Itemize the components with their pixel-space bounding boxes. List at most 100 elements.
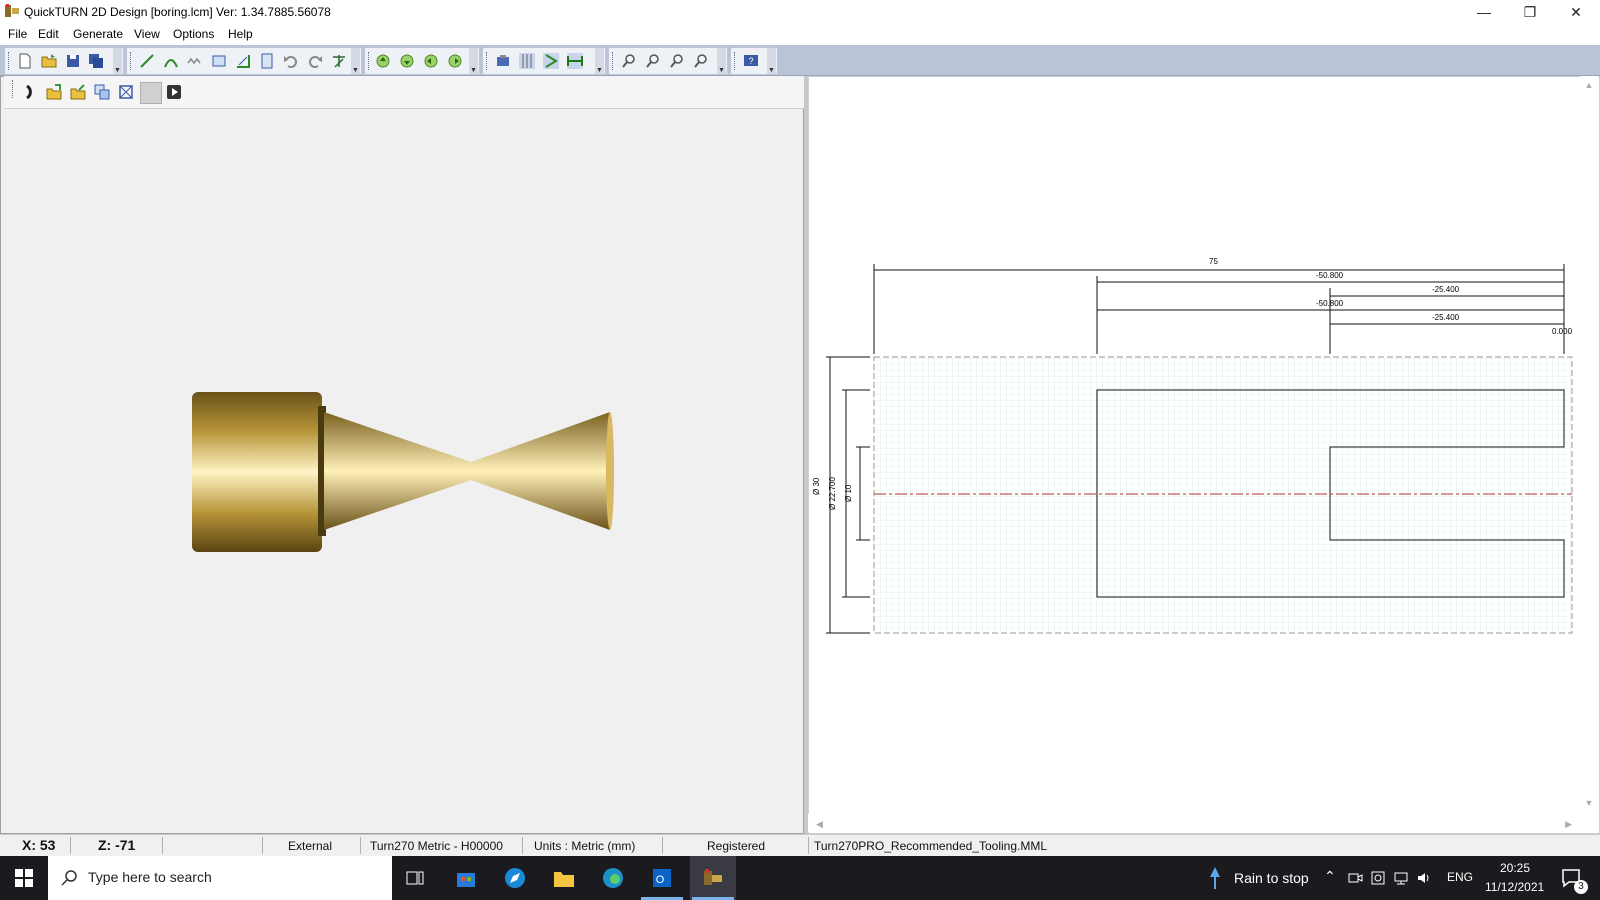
zoom-pan-icon[interactable]: [645, 53, 661, 69]
grid-toggle-icon[interactable]: [519, 53, 535, 69]
title-bar: QuickTURN 2D Design [boring.lcm] Ver: 1.…: [0, 0, 1600, 24]
fillet-tool-icon[interactable]: [235, 53, 251, 69]
status-bar: X: 53 Z: -71 External Turn270 Metric - H…: [0, 834, 1600, 857]
minimize-button[interactable]: —: [1461, 0, 1507, 24]
menu-file[interactable]: File: [8, 27, 27, 41]
move-up-icon[interactable]: [375, 53, 391, 69]
move-down-icon[interactable]: [399, 53, 415, 69]
rotate-view-icon[interactable]: [22, 84, 38, 100]
dim-zero-datum: 0.000: [1552, 327, 1573, 336]
restore-button[interactable]: ❐: [1507, 0, 1553, 24]
save-icon[interactable]: [65, 53, 81, 69]
undo-icon[interactable]: [283, 53, 299, 69]
toolbar-overflow-button[interactable]: ▼: [717, 48, 726, 74]
help-toolbar: ? ▼: [730, 47, 778, 75]
arc-tool-icon[interactable]: [163, 53, 179, 69]
weather-text[interactable]: Rain to stop: [1234, 870, 1309, 886]
clock-time[interactable]: 20:25: [1500, 861, 1530, 875]
clock-date[interactable]: 11/12/2021: [1485, 880, 1544, 894]
status-mode: External: [288, 839, 333, 853]
quickturn-app-icon: [704, 869, 722, 885]
windows-start-icon[interactable]: [15, 869, 33, 887]
menu-generate[interactable]: Generate: [73, 27, 123, 41]
safari-app-icon[interactable]: [504, 867, 526, 889]
file-toolbar: ▼: [4, 47, 124, 75]
outlook-app-icon[interactable]: O: [651, 867, 673, 889]
zoom-out-icon[interactable]: [693, 53, 709, 69]
menu-view[interactable]: View: [134, 27, 160, 41]
dim-diameter-inner: Ø 10: [844, 484, 853, 502]
move-left-icon[interactable]: [423, 53, 439, 69]
toolbar-grip[interactable]: [486, 52, 490, 70]
dim-step-position: -25.400: [1432, 285, 1460, 294]
status-machine: Turn270 Metric - H00000: [370, 839, 503, 853]
toolbar-grip[interactable]: [8, 52, 12, 70]
calculator-icon[interactable]: [259, 53, 275, 69]
open-folder-icon[interactable]: [41, 53, 57, 69]
main-toolbar: ▼ ▼ ▼ ▼ ▼ ? ▼: [0, 45, 1600, 76]
polyline-tool-icon[interactable]: [187, 53, 203, 69]
2d-drawing-canvas[interactable]: ▲ ▼ ◀ ▶: [808, 76, 1600, 834]
import-folder-icon[interactable]: [70, 84, 86, 100]
machine-view-icon[interactable]: [495, 53, 511, 69]
volume-icon[interactable]: [1416, 870, 1432, 886]
svg-text:O: O: [656, 874, 665, 886]
edge-browser-icon[interactable]: [602, 867, 624, 889]
menu-options[interactable]: Options: [173, 27, 214, 41]
status-license: Registered: [707, 839, 766, 853]
quickturn-taskbar-button[interactable]: [690, 856, 736, 900]
dim-overall-length: 75: [1209, 257, 1218, 266]
move-toolbar: ▼: [364, 47, 480, 75]
toolbar-grip[interactable]: [12, 80, 16, 98]
svg-text:▶: ▶: [1565, 819, 1572, 829]
toolbar-grip[interactable]: [734, 52, 738, 70]
draw-toolbar: ▼: [126, 47, 362, 75]
save-all-icon[interactable]: [88, 53, 104, 69]
meet-now-icon[interactable]: [1347, 870, 1363, 886]
line-tool-icon[interactable]: [139, 53, 155, 69]
window-title: QuickTURN 2D Design [boring.lcm] Ver: 1.…: [24, 5, 331, 19]
color-swatch-button[interactable]: [140, 82, 162, 104]
move-right-icon[interactable]: [447, 53, 463, 69]
svg-text:▼: ▼: [1585, 798, 1594, 808]
weather-rain-icon[interactable]: [1208, 865, 1222, 891]
app-logo-icon: [5, 4, 19, 17]
toolbar-grip[interactable]: [130, 52, 134, 70]
dim-step-length: -25.400: [1432, 313, 1460, 322]
toolbar-grip[interactable]: [612, 52, 616, 70]
minimize-icon: —: [1477, 4, 1491, 20]
new-file-icon[interactable]: [17, 53, 33, 69]
taskbar-search-box[interactable]: Type here to search: [48, 856, 392, 900]
export-folder-icon[interactable]: [46, 84, 62, 100]
tray-expand-icon[interactable]: ⌃: [1324, 868, 1336, 885]
toolbar-overflow-button[interactable]: ▼: [595, 48, 604, 74]
network-icon[interactable]: [1393, 870, 1409, 886]
help-icon[interactable]: ?: [743, 53, 759, 69]
task-view-icon[interactable]: [406, 869, 424, 887]
close-button[interactable]: ✕: [1553, 0, 1599, 24]
file-explorer-icon[interactable]: [553, 867, 575, 889]
menu-edit[interactable]: Edit: [38, 27, 59, 41]
language-indicator[interactable]: ENG: [1447, 870, 1473, 884]
fit-view-icon[interactable]: [118, 84, 134, 100]
toolbar-overflow-button[interactable]: ▼: [767, 48, 776, 74]
store-app-icon[interactable]: [455, 867, 477, 889]
redo-icon[interactable]: [307, 53, 323, 69]
security-icon[interactable]: [1370, 870, 1386, 886]
dim-bore-length: -50.800: [1316, 299, 1344, 308]
copy-view-icon[interactable]: [94, 84, 110, 100]
dimension-toggle-icon[interactable]: [567, 53, 583, 69]
snap-toggle-icon[interactable]: [543, 53, 559, 69]
chamfer-tool-icon[interactable]: [211, 53, 227, 69]
search-icon: [61, 870, 77, 886]
status-units: Units : Metric (mm): [534, 839, 636, 853]
toolbar-grip[interactable]: [368, 52, 372, 70]
zoom-in-icon[interactable]: [669, 53, 685, 69]
toolbar-overflow-button[interactable]: ▼: [113, 48, 122, 74]
menu-help[interactable]: Help: [228, 27, 253, 41]
trim-tool-icon[interactable]: [331, 53, 347, 69]
play-simulation-icon[interactable]: [166, 84, 182, 100]
zoom-window-icon[interactable]: [621, 53, 637, 69]
toolbar-overflow-button[interactable]: ▼: [469, 48, 478, 74]
toolbar-overflow-button[interactable]: ▼: [351, 48, 360, 74]
